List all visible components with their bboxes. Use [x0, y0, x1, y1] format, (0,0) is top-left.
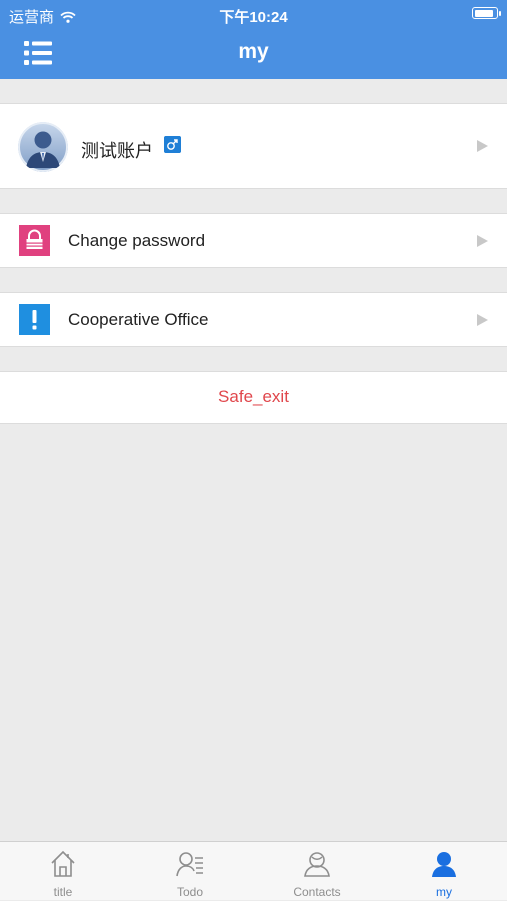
profile-name: 测试账户	[81, 141, 153, 161]
battery-icon	[472, 7, 501, 19]
profile-card[interactable]: 测试账户	[0, 103, 507, 189]
tab-contacts-label: Contacts	[293, 885, 341, 899]
chevron-right-icon	[477, 235, 488, 247]
cooperative-office-row[interactable]: Cooperative Office	[0, 292, 507, 347]
change-password-label: Change password	[68, 231, 206, 250]
cooperative-office-label: Cooperative Office	[68, 310, 209, 329]
tab-bar: title Todo Contacts my	[0, 841, 507, 900]
tab-my[interactable]: my	[381, 842, 507, 901]
safe-exit-label: Safe_exit	[218, 387, 289, 406]
tab-todo[interactable]: Todo	[127, 842, 253, 901]
home-icon	[51, 850, 75, 877]
tab-todo-label: Todo	[176, 885, 204, 899]
chevron-right-icon	[477, 140, 488, 152]
tab-title[interactable]: title	[0, 842, 126, 901]
person-icon	[432, 852, 456, 877]
todo-person-icon	[176, 852, 203, 877]
avatar	[18, 122, 68, 172]
tab-my-label: my	[436, 885, 452, 899]
tab-contacts[interactable]: Contacts	[254, 842, 380, 901]
exclamation-icon	[19, 304, 50, 335]
chevron-right-icon	[477, 314, 488, 326]
page-title: my	[238, 40, 269, 63]
change-password-row[interactable]: Change password	[0, 213, 507, 268]
lock-icon	[19, 225, 50, 256]
contacts-icon	[304, 852, 330, 877]
nav-bar: my	[0, 28, 507, 79]
tab-title-label: title	[53, 885, 73, 899]
header-bar: 运营商 下午10:24 my	[0, 0, 507, 79]
status-time: 下午10:24	[219, 9, 288, 26]
safe-exit-button[interactable]: Safe_exit	[0, 371, 507, 424]
status-bar: 运营商 下午10:24	[0, 0, 507, 28]
male-icon	[164, 136, 181, 153]
